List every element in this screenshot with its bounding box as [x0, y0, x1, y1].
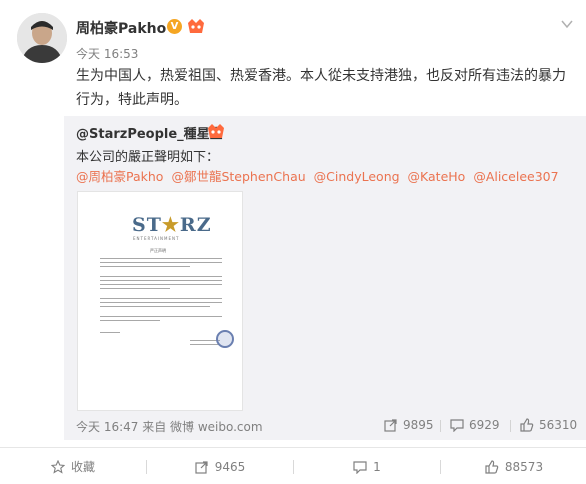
star-icon [50, 459, 65, 474]
post-time[interactable]: 今天 16:53 [76, 45, 138, 62]
vip-icon[interactable] [206, 122, 226, 140]
repost-mentions: @周柏豪Pakho @鄒世龍StephenChau @CindyLeong @K… [76, 166, 563, 185]
like-icon [485, 459, 499, 474]
mention-link[interactable]: @CindyLeong [314, 169, 400, 184]
repost-like-count[interactable]: 56310 [520, 418, 577, 432]
repost-block: @StarzPeople_種星堂 本公司的嚴正聲明如下： @周柏豪Pakho @… [64, 116, 586, 440]
favorite-button[interactable]: 收藏 [0, 448, 146, 484]
seal-stamp [216, 330, 234, 348]
repost-text: 本公司的嚴正聲明如下： [76, 150, 220, 165]
mention-link[interactable]: @KateHo [408, 169, 466, 184]
repost-button[interactable]: 9465 [147, 448, 293, 484]
repost-footer[interactable]: 今天 16:47 来自 微博 weibo.com [76, 418, 263, 435]
like-button[interactable]: 88573 [441, 448, 586, 484]
comment-icon [353, 460, 367, 474]
comment-button[interactable]: 1 [294, 448, 440, 484]
like-icon [520, 418, 534, 432]
mention-link[interactable]: @周柏豪Pakho [76, 169, 163, 184]
weibo-post-card: 周柏豪Pakho V 今天 16:53 生为中国人，热爱祖国、热爱香港。本人從未… [0, 0, 586, 484]
mention-link[interactable]: @鄒世龍StephenChau [171, 169, 305, 184]
statement-image[interactable]: ST★RZ ENTERTAINMENT 严正声明 [77, 191, 243, 411]
vip-icon[interactable] [186, 17, 206, 35]
chevron-down-icon[interactable] [561, 14, 573, 29]
share-icon [384, 419, 397, 432]
document-title: 严正声明 [150, 248, 166, 253]
share-icon [195, 460, 208, 474]
comment-icon [450, 419, 464, 432]
logo-subtitle: ENTERTAINMENT [133, 236, 180, 241]
action-bar: 收藏 9465 1 88573 [0, 447, 586, 484]
mention-link[interactable]: @Alicelee307 [473, 169, 558, 184]
post-text: 生为中国人，热爱祖国、热爱香港。本人從未支持港独，也反对所有违法的暴力行为，特此… [76, 68, 566, 108]
repost-share-count[interactable]: 9895 [384, 418, 434, 432]
repost-username[interactable]: @StarzPeople_種星堂 [76, 123, 223, 142]
avatar[interactable] [17, 13, 67, 63]
verified-icon: V [167, 19, 182, 34]
starz-logo: ST★RZ [132, 214, 212, 236]
repost-comment-count[interactable]: 6929 [450, 418, 500, 432]
post-username[interactable]: 周柏豪Pakho [76, 18, 166, 38]
